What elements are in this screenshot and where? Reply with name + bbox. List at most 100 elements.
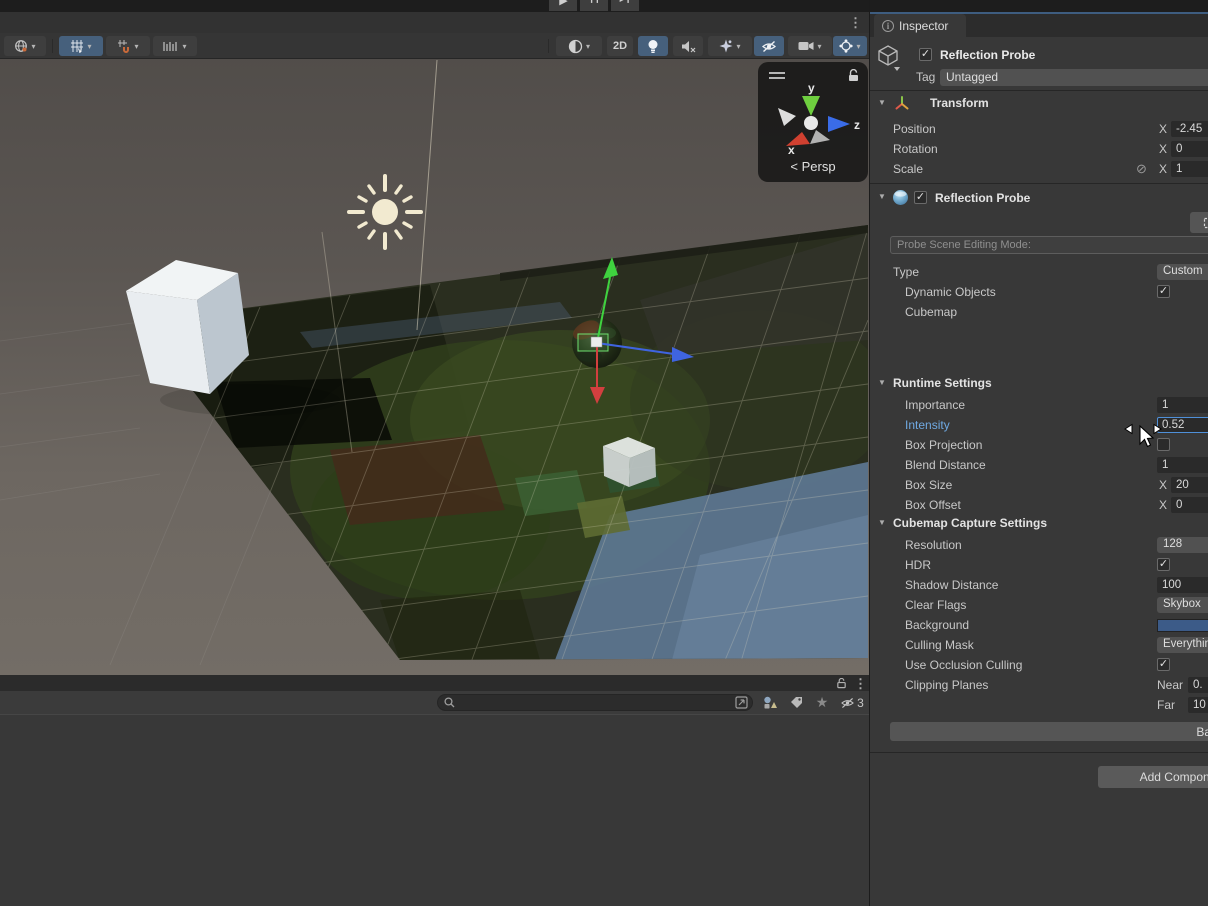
hdr-checkbox[interactable]: ✓ [1157,558,1170,571]
add-component-button[interactable]: Add Component [1098,766,1208,788]
background-row: Background [870,615,1208,635]
far-field[interactable]: 10 [1188,697,1208,713]
near-field[interactable]: 0. [1188,677,1208,693]
transform-title[interactable]: Transform [930,96,989,110]
camera-settings-button[interactable]: ▾ [788,36,832,56]
tag-icon [790,697,802,708]
dynamic-objects-checkbox[interactable]: ✓ [1157,285,1170,298]
move-gizmo-center-handle [590,336,603,348]
pause-button[interactable]: ❙❙ [580,0,608,11]
runtime-settings-foldout[interactable]: ▼ [878,378,886,387]
position-x-field[interactable]: -2.45 [1171,121,1208,137]
lock-open-icon[interactable] [836,678,847,689]
axis-z-cone[interactable] [828,116,850,132]
cubemap-row: Cubemap [870,302,1208,322]
culling-mask-dropdown[interactable]: Everything [1157,637,1208,653]
probe-component-title[interactable]: Reflection Probe [935,191,1030,205]
project-menu-icon[interactable]: ⋮ [854,677,867,690]
capture-settings-foldout[interactable]: ▼ [878,518,886,527]
axis-center[interactable] [804,116,818,130]
favorites-button[interactable]: ★ [810,694,834,711]
clear-flags-row: Clear Flags Skybox [870,595,1208,615]
axis-neg-cone[interactable] [778,108,796,126]
transform-position-row: Position X -2.45 [870,119,1208,139]
search-by-icon[interactable] [735,696,748,709]
filter-by-type-button[interactable] [758,694,782,711]
axis-y-cone[interactable] [802,96,820,116]
use-occlusion-checkbox[interactable]: ✓ [1157,658,1170,671]
clear-flags-dropdown[interactable]: Skybox [1157,597,1208,613]
type-dropdown[interactable]: Custom [1157,264,1208,280]
probe-foldout[interactable]: ▼ [878,192,886,201]
tab-inspector[interactable]: i Inspector [874,14,966,37]
scene-lighting-toggle[interactable] [638,36,668,56]
scene-orientation-gizmo[interactable]: y z x < Persp [758,62,868,182]
box-offset-row: Box Offset X 0 [870,495,1208,515]
grid-y-icon: y [71,40,84,53]
grid-snapping-button[interactable]: ▾ [106,36,150,56]
panel-divider[interactable] [869,0,870,906]
tool-handle-position-button[interactable]: ▾ [4,36,46,56]
clear-flags-label: Clear Flags [905,598,967,612]
rotation-x-field[interactable]: 0 [1171,141,1208,157]
filter-by-label-button[interactable] [784,694,808,711]
runtime-settings-title[interactable]: Runtime Settings [893,376,992,390]
gizmos-sphere-icon [839,39,854,53]
search-field[interactable] [437,694,753,711]
type-label: Type [893,265,920,279]
axis-y-label: y [808,81,815,95]
scene-visibility-toggle[interactable] [754,36,784,56]
draw-mode-button[interactable]: ▾ [556,36,602,56]
grid-axis-button[interactable]: y ▾ [59,36,103,56]
background-label: Background [905,618,970,632]
scale-x-field[interactable]: 1 [1171,161,1208,177]
play-button[interactable]: ▶ [549,0,577,11]
background-color-swatch[interactable] [1157,619,1208,632]
scene-3d-render [0,12,870,675]
2d-toggle-button[interactable]: 2D [607,36,633,56]
step-icon: ▶❙ [611,0,639,3]
inspector-panel: i Inspector ✓ Reflection Probe Tag Untag… [870,12,1208,906]
probe-type-row: Type Custom [870,262,1208,282]
projection-mode-label[interactable]: < Persp [758,159,868,174]
blend-distance-field[interactable]: 1 [1157,457,1208,473]
audio-mute-toggle[interactable] [673,36,703,56]
resolution-dropdown[interactable]: 128 [1157,537,1208,553]
tag-dropdown[interactable]: Untagged [940,69,1208,86]
gameobject-active-checkbox[interactable]: ✓ [919,48,932,61]
box-offset-x-field[interactable]: 0 [1171,497,1208,513]
clipping-planes-far-row: Far 10 [870,695,1208,715]
gameobject-cube-icon[interactable] [878,45,902,71]
project-content-area[interactable] [0,714,870,906]
importance-field[interactable]: 1 [1157,397,1208,413]
gameobject-name[interactable]: Reflection Probe [940,48,1035,62]
unlink-scale-icon[interactable]: ⊘ [1136,161,1147,177]
box-size-axis-x: X [1159,478,1168,492]
probe-enabled-checkbox[interactable]: ✓ [914,191,927,204]
transform-foldout[interactable]: ▼ [878,98,886,107]
search-input[interactable] [455,696,735,709]
box-size-x-field[interactable]: 20 [1171,477,1208,493]
hidden-count-button[interactable]: 3 [836,694,868,711]
effects-button[interactable]: ▾ [708,36,752,56]
shadow-distance-label: Shadow Distance [905,578,999,592]
gizmos-toggle-button[interactable]: ▾ [833,36,867,56]
info-icon: i [882,19,894,32]
edit-bounds-button[interactable] [1190,212,1208,233]
bake-button[interactable]: Bake [890,722,1208,741]
culling-mask-label: Culling Mask [905,638,974,652]
scene-menu-icon[interactable]: ⋮ [849,16,862,29]
intensity-field[interactable]: 0.52 [1157,417,1208,433]
scene-toolbar: ▾ y ▾ ▾ ▾ ▾ 2D ▾ ▾ ▾ [0,33,870,59]
shadow-distance-field[interactable]: 100 [1157,577,1208,593]
axis-gizmo[interactable]: y z x [758,80,868,154]
resolution-row: Resolution 128 [870,535,1208,555]
step-button[interactable]: ▶❙ [611,0,639,11]
axis-neg-cone-2[interactable] [810,130,830,144]
snap-increment-button[interactable]: ▾ [153,36,197,56]
star-icon: ★ [815,694,829,710]
box-size-label: Box Size [905,478,953,492]
scene-view[interactable]: ⋮ ▾ y ▾ ▾ ▾ ▾ 2D ▾ ▾ ▾ y z x < Persp [0,12,870,675]
blend-distance-row: Blend Distance 1 [870,455,1208,475]
capture-settings-title[interactable]: Cubemap Capture Settings [893,516,1047,530]
